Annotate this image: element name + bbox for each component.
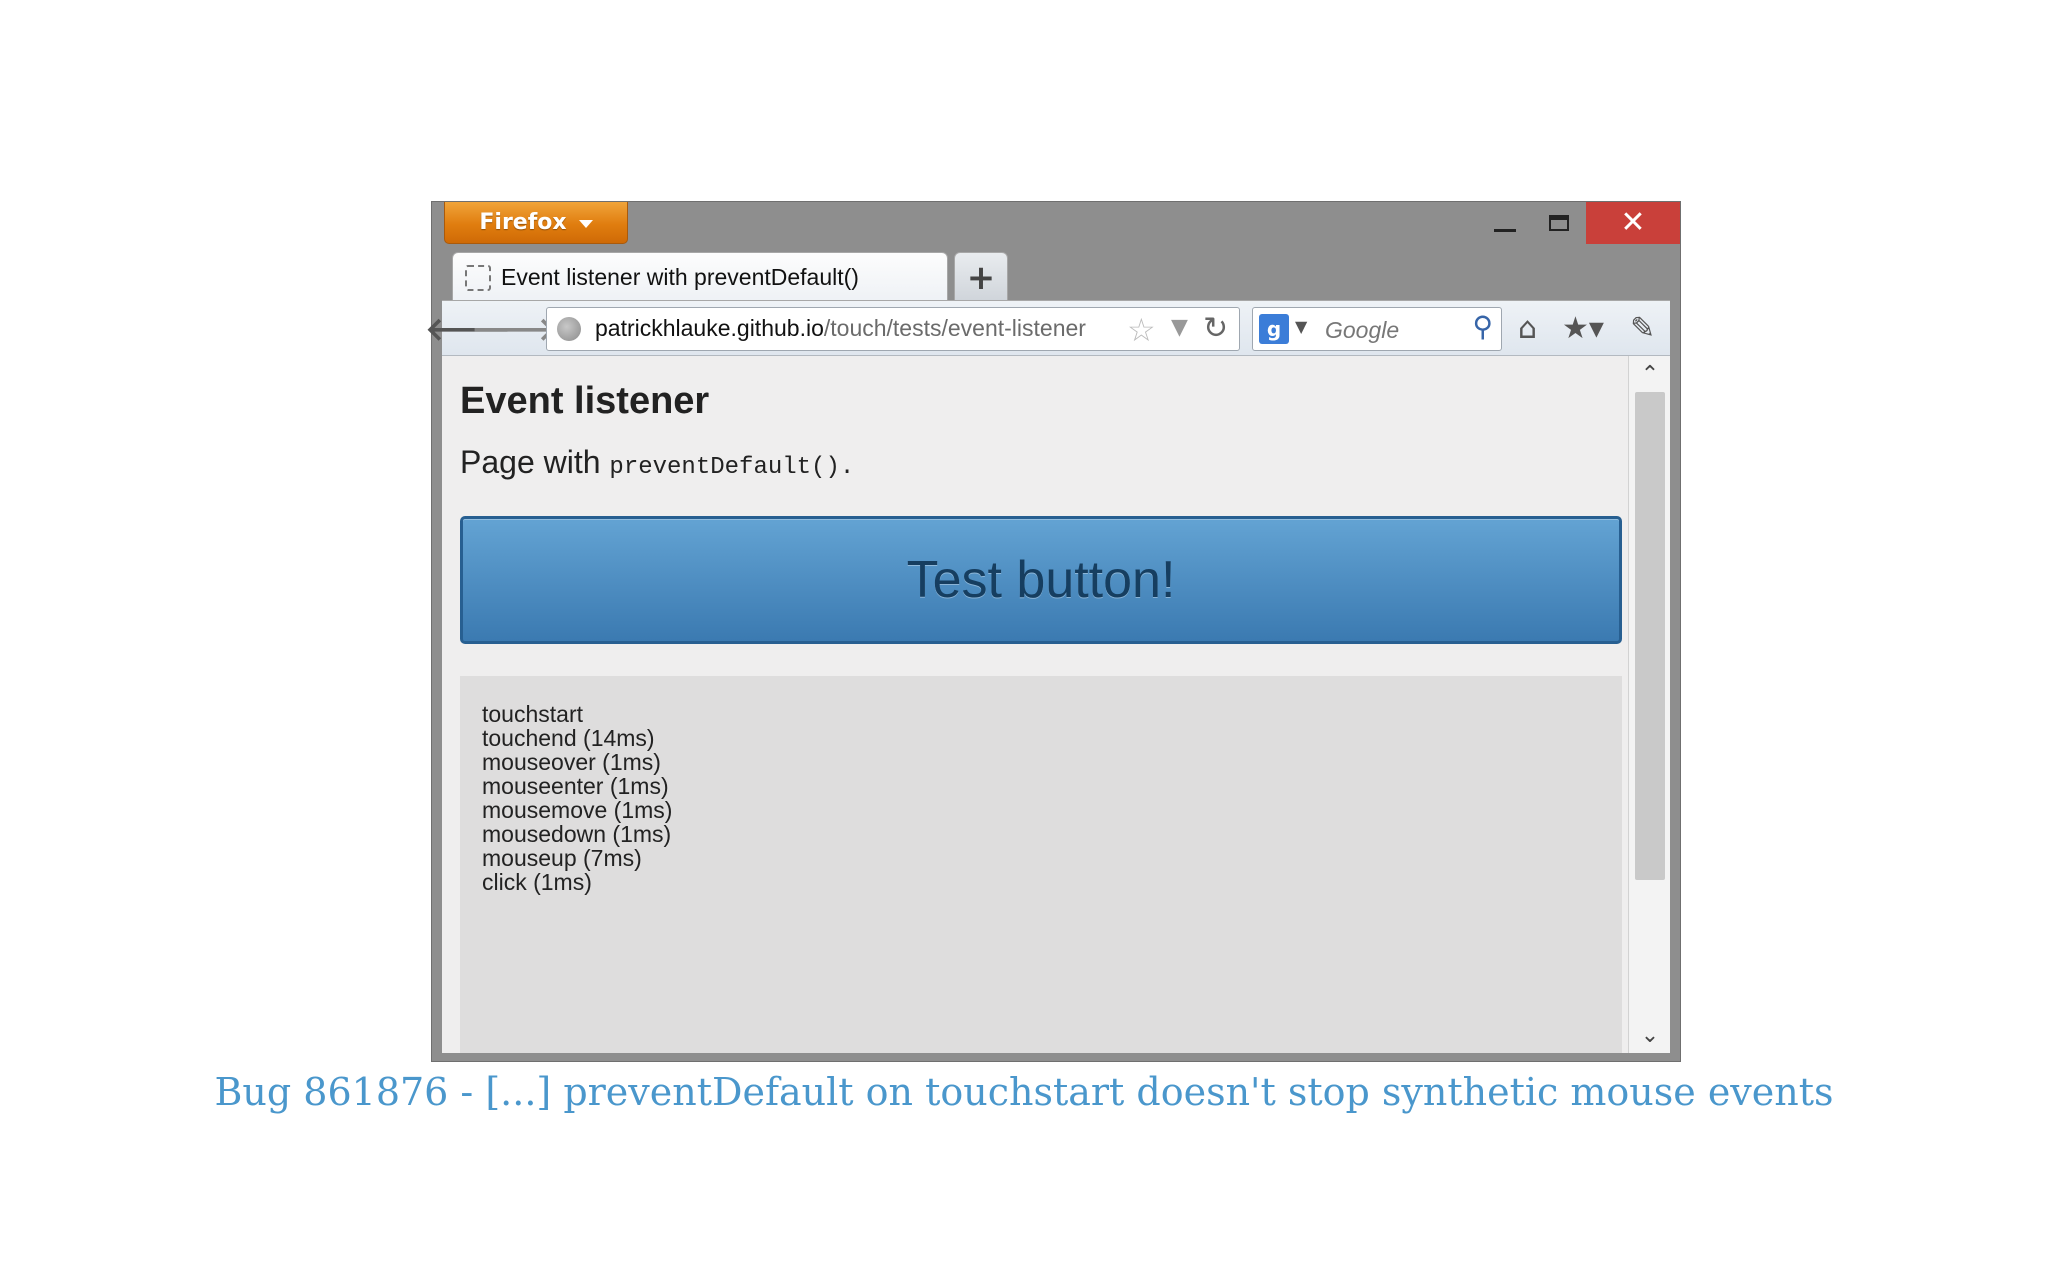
slide-caption: Bug 861876 - [...] preventDefault on tou… xyxy=(214,1070,1834,1114)
test-button[interactable]: Test button! xyxy=(460,516,1622,644)
forward-button[interactable]: 🡒 xyxy=(471,310,557,348)
tools-icon[interactable]: ✎ xyxy=(1630,311,1655,346)
bookmarks-icon[interactable]: ★▾ xyxy=(1562,311,1604,346)
maximize-button[interactable] xyxy=(1532,202,1586,244)
close-icon: ✕ xyxy=(1620,205,1646,240)
para-prefix: Page with xyxy=(460,444,610,480)
tab-title: Event listener with preventDefault() xyxy=(501,264,859,290)
plus-icon: + xyxy=(966,257,996,298)
search-engine-letter: g xyxy=(1266,317,1282,341)
url-bar[interactable]: patrickhlauke.github.io/touch/tests/even… xyxy=(546,307,1240,351)
home-icon[interactable]: ⌂ xyxy=(1518,311,1537,346)
navigation-toolbar: 🡐 🡒 patrickhlauke.github.io/touch/tests/… xyxy=(425,300,1670,356)
scroll-up-icon[interactable]: ⌃ xyxy=(1629,356,1670,392)
browser-window: Firefox ✕ Event listener with preventDef… xyxy=(425,201,1681,1062)
log-line: mouseenter (1ms) xyxy=(482,773,669,799)
url-path: /touch/tests/event-listener xyxy=(823,315,1086,341)
tab-active[interactable]: Event listener with preventDefault() xyxy=(452,252,948,302)
new-tab-button[interactable]: + xyxy=(954,252,1008,302)
log-line: mousemove (1ms) xyxy=(482,797,673,823)
log-line: mousedown (1ms) xyxy=(482,821,672,847)
firefox-menu-label: Firefox xyxy=(479,210,567,235)
close-button[interactable]: ✕ xyxy=(1586,202,1680,244)
vertical-scrollbar[interactable]: ⌃ ⌄ xyxy=(1628,356,1670,1053)
log-line: touchend (14ms) xyxy=(482,725,655,751)
google-icon[interactable]: g xyxy=(1259,314,1289,344)
globe-icon xyxy=(557,317,581,341)
chevron-down-icon xyxy=(578,219,593,228)
log-line: touchstart xyxy=(482,701,583,727)
reload-icon[interactable]: ↻ xyxy=(1203,311,1228,346)
event-log: touchstart touchend (14ms) mouseover (1m… xyxy=(460,676,1622,1053)
history-dropdown-icon[interactable]: ▼ xyxy=(1171,315,1188,340)
log-line: click (1ms) xyxy=(482,869,592,895)
para-suffix: . xyxy=(839,454,855,481)
maximize-icon xyxy=(1549,215,1569,231)
page-viewport: Event listener Page with preventDefault(… xyxy=(442,356,1670,1053)
chevron-down-icon[interactable]: ▼ xyxy=(1295,317,1307,336)
url-text[interactable]: patrickhlauke.github.io/touch/tests/even… xyxy=(595,315,1115,342)
scroll-down-icon[interactable]: ⌄ xyxy=(1629,1017,1670,1053)
search-icon[interactable]: ⚲ xyxy=(1472,310,1493,343)
log-line: mouseup (7ms) xyxy=(482,845,642,871)
search-input[interactable]: Google xyxy=(1325,317,1399,344)
page-heading: Event listener xyxy=(460,380,710,422)
para-code: preventDefault() xyxy=(609,454,840,481)
log-line: mouseover (1ms) xyxy=(482,749,661,775)
search-bar[interactable]: g ▼ Google ⚲ xyxy=(1252,307,1502,351)
minimize-button[interactable] xyxy=(1478,202,1532,244)
window-controls: ✕ xyxy=(1478,202,1680,244)
firefox-menu-button[interactable]: Firefox xyxy=(444,202,628,244)
scrollbar-thumb[interactable] xyxy=(1635,392,1665,880)
star-icon[interactable]: ☆ xyxy=(1127,311,1156,349)
favicon-placeholder-icon xyxy=(465,264,491,291)
minimize-icon xyxy=(1494,228,1516,232)
arrow-right-icon: 🡒 xyxy=(471,309,557,348)
url-host: patrickhlauke.github.io xyxy=(595,315,824,341)
page-description: Page with preventDefault(). xyxy=(460,444,854,481)
